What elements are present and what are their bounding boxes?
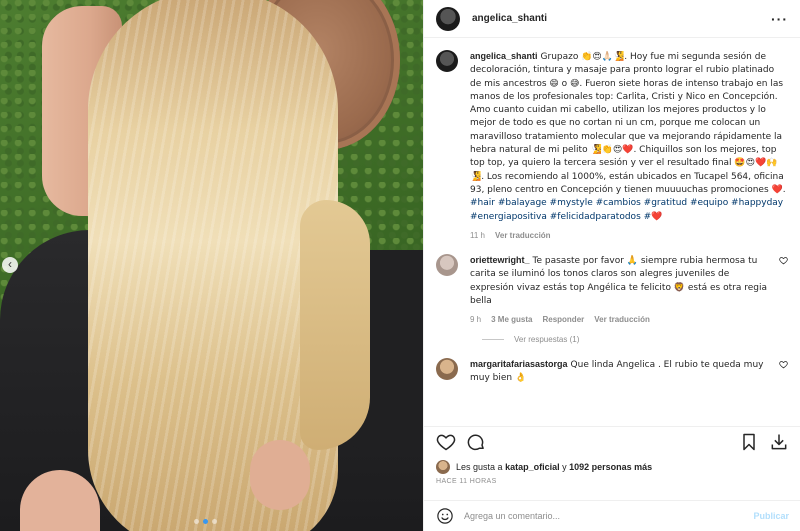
add-comment-bar: Publicar xyxy=(424,500,800,531)
comments-list[interactable]: angelica_shanti Grupazo 👏😍🙏🏻🧏. Hoy fue mi… xyxy=(424,38,800,425)
carousel-dot xyxy=(212,519,217,524)
avatar[interactable] xyxy=(436,460,450,474)
comment-input[interactable] xyxy=(464,511,754,521)
chevron-left-icon[interactable]: ‹ xyxy=(2,257,18,273)
view-replies-label[interactable]: Ver respuestas (1) xyxy=(514,335,579,344)
caption-hashtags[interactable]: #hair #balayage #mystyle #cambios #grati… xyxy=(470,198,783,221)
comment-time: 9 h xyxy=(470,315,482,325)
divider xyxy=(482,338,504,340)
avatar[interactable] xyxy=(436,50,458,72)
comment-username[interactable]: margaritafariasastorga xyxy=(470,359,568,369)
translate-link[interactable]: Ver traducción xyxy=(594,314,650,326)
publish-button[interactable]: Publicar xyxy=(753,511,789,521)
bookmark-icon[interactable] xyxy=(739,432,759,452)
carousel-dot xyxy=(203,519,208,524)
likes-count[interactable]: 1092 personas más xyxy=(569,462,652,472)
heart-icon[interactable] xyxy=(779,360,788,369)
emoji-icon[interactable] xyxy=(436,507,454,525)
comment: margaritafariasastorga Que linda Angelica… xyxy=(436,357,788,385)
post-panel: angelica_shanti ··· angelica_shanti Grupa… xyxy=(423,0,800,531)
heart-icon[interactable] xyxy=(436,432,456,452)
comment-likes[interactable]: 3 Me gusta xyxy=(491,314,532,326)
comment-username[interactable]: oriettewright_ xyxy=(470,255,530,265)
likes-prefix: Les gusta a xyxy=(456,462,503,472)
more-icon[interactable]: ··· xyxy=(771,11,788,27)
post-header: angelica_shanti ··· xyxy=(424,0,800,38)
action-bar xyxy=(424,426,800,456)
post-timestamp: HACE 11 HORAS xyxy=(436,478,497,485)
reply-button[interactable]: Responder xyxy=(542,314,584,326)
likes-summary: Les gusta a katap_oficial y 1092 persona… xyxy=(436,460,652,474)
comment: oriettewright_ Te pasaste por favor 🙏 sie… xyxy=(436,254,788,326)
caption-username[interactable]: angelica_shanti xyxy=(470,51,538,61)
view-replies[interactable]: Ver respuestas (1) xyxy=(482,335,788,344)
download-icon[interactable] xyxy=(769,432,789,452)
header-username[interactable]: angelica_shanti xyxy=(472,13,771,24)
carousel-dot xyxy=(194,519,199,524)
caption-time: 11 h xyxy=(470,230,485,240)
hair-strand xyxy=(300,200,370,450)
avatar[interactable] xyxy=(436,6,460,31)
heart-icon[interactable] xyxy=(779,256,788,265)
avatar[interactable] xyxy=(436,254,458,277)
carousel-dots xyxy=(194,519,217,524)
caption-text: Grupazo 👏😍🙏🏻🧏. Hoy fue mi segunda sesión… xyxy=(470,52,786,195)
hand xyxy=(250,440,310,510)
likes-user[interactable]: katap_oficial xyxy=(505,462,560,472)
avatar[interactable] xyxy=(436,357,458,380)
post-photo[interactable]: ndo ilar ‹ xyxy=(0,0,423,531)
caption: angelica_shanti Grupazo 👏😍🙏🏻🧏. Hoy fue mi… xyxy=(436,50,788,242)
comment-icon[interactable] xyxy=(466,432,486,452)
likes-middle: y xyxy=(562,462,567,472)
translate-link[interactable]: Ver traducción xyxy=(495,230,551,242)
